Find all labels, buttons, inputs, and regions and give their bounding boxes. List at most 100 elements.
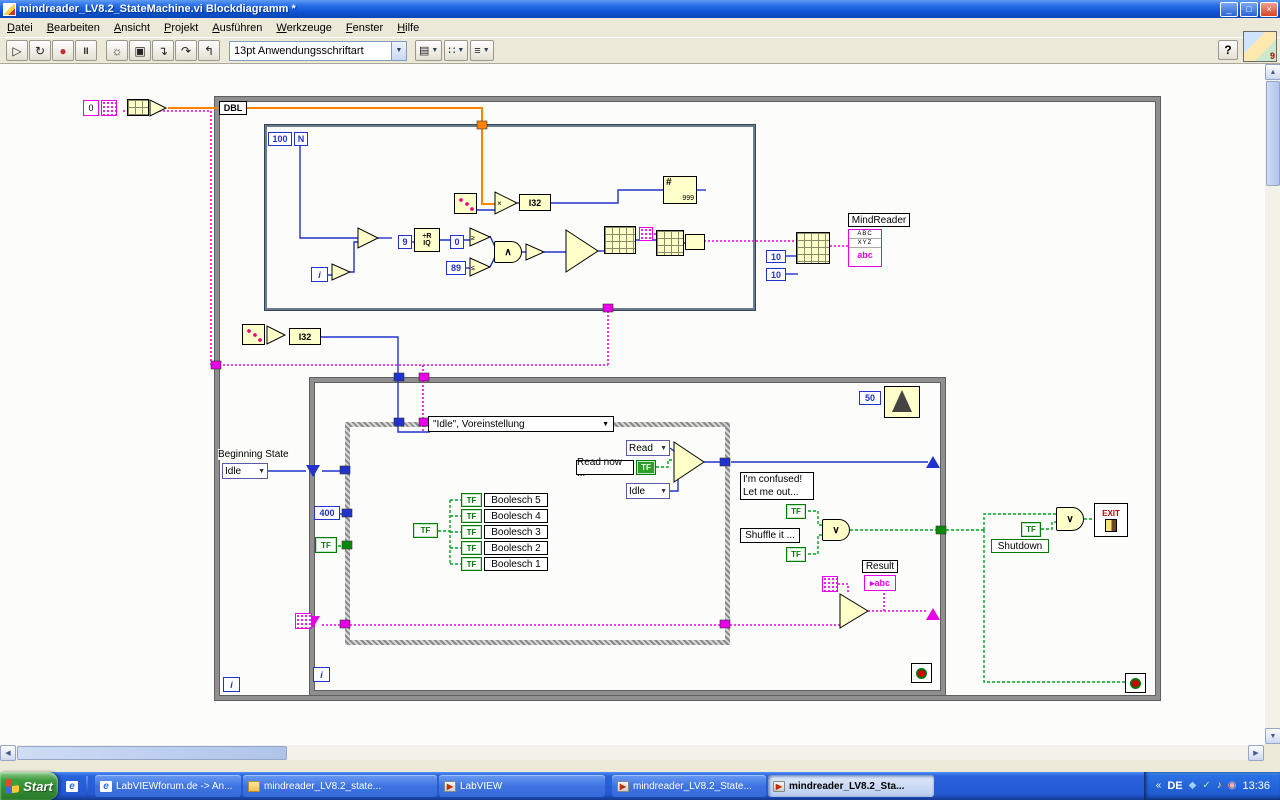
menu-ausfuehren[interactable]: Ausführen [205, 19, 269, 37]
menu-bearbeiten[interactable]: Bearbeiten [40, 19, 107, 37]
mindreader-string-indicator[interactable]: ABC XYZ abc [848, 229, 882, 267]
read-now-boolean[interactable]: TF [636, 460, 656, 475]
for-iteration-terminal[interactable]: i [311, 267, 328, 282]
internet-explorer-icon[interactable]: e [66, 780, 78, 792]
shuffle-boolean[interactable]: TF [786, 547, 806, 562]
boolean-constant-left[interactable]: TF [315, 537, 337, 553]
scroll-up-button[interactable]: ▲ [1265, 64, 1280, 80]
horizontal-scrollbar[interactable]: ◀ ▶ [0, 744, 1264, 761]
help-button[interactable]: ? [1218, 40, 1238, 60]
constant-10-b[interactable]: 10 [766, 268, 786, 281]
scroll-down-button[interactable]: ▼ [1265, 728, 1280, 744]
constant-50[interactable]: 50 [859, 391, 881, 405]
retain-wire-values-button[interactable]: ▣ [129, 40, 151, 61]
tray-network-icon[interactable]: ◆ [1189, 780, 1197, 792]
run-continuous-button[interactable]: ↻ [29, 40, 51, 61]
confused-boolean[interactable]: TF [786, 504, 806, 519]
start-button[interactable]: Start [0, 772, 58, 800]
step-out-button[interactable]: ↰ [198, 40, 220, 61]
boolesch3-terminal[interactable]: TF [461, 525, 482, 539]
shift-register-right-string[interactable] [926, 608, 940, 620]
wait-ms-node[interactable] [884, 386, 920, 418]
inner-iteration-terminal[interactable]: i [313, 667, 330, 682]
or-node[interactable]: ∨ [822, 519, 850, 541]
string-array-element-constant[interactable] [101, 100, 117, 116]
inner-loop-condition-terminal[interactable] [911, 663, 932, 683]
boolesch2-terminal[interactable]: TF [461, 541, 482, 555]
to-i32-node-2[interactable]: I32 [289, 328, 321, 345]
beginning-state-enum[interactable]: Idle ▼ [222, 463, 268, 479]
shift-register-left-enum[interactable] [306, 465, 320, 477]
and-node[interactable]: ∧ [494, 241, 522, 263]
result-string-indicator[interactable]: ▸ abc [864, 575, 896, 591]
or-node-2[interactable]: ∨ [1056, 507, 1084, 531]
hidden-icons-chevron[interactable]: « [1156, 780, 1162, 792]
scroll-left-button[interactable]: ◀ [0, 745, 16, 761]
case-selector[interactable]: "Idle", Voreinstellung ▼ [428, 416, 614, 432]
replace-array-subset-node[interactable] [656, 230, 684, 256]
task-button-vi-panel[interactable]: ▶ mindreader_LV8.2_State... [612, 775, 766, 797]
block-diagram[interactable]: × ≥ ≤ 0 DBL 100 N i 9 ÷R IQ 0 89 ∧ I32 # … [0, 64, 1264, 744]
constant-0[interactable]: 0 [450, 235, 464, 249]
loop-count-terminal[interactable]: N [294, 132, 308, 146]
outer-loop-condition-terminal[interactable] [1125, 673, 1146, 693]
to-double-node[interactable] [149, 99, 168, 117]
horizontal-scroll-thumb[interactable] [17, 746, 287, 760]
menu-ansicht[interactable]: Ansicht [107, 19, 157, 37]
boolesch5-terminal[interactable]: TF [461, 493, 482, 507]
boolesch4-terminal[interactable]: TF [461, 509, 482, 523]
constant-10-a[interactable]: 10 [766, 250, 786, 263]
boolean-source-terminal[interactable]: TF [413, 523, 438, 538]
compare-node[interactable] [357, 227, 380, 249]
step-into-button[interactable]: ↴ [152, 40, 174, 61]
align-objects-button[interactable]: ▤ ▼ [415, 40, 443, 61]
quotient-remainder-node[interactable]: ÷R IQ [414, 228, 440, 252]
number-to-string-node[interactable]: # 999 [663, 176, 697, 204]
shutdown-boolean[interactable]: TF [1021, 522, 1041, 537]
outer-iteration-terminal[interactable]: i [223, 677, 240, 692]
clock[interactable]: 13:36 [1242, 780, 1270, 792]
exit-indicator[interactable]: EXIT [1094, 503, 1128, 537]
string-array-index-constant[interactable]: 0 [83, 100, 99, 116]
empty-string-constant[interactable] [639, 227, 653, 241]
tray-shield-icon[interactable]: ✓ [1202, 780, 1210, 792]
vertical-scroll-thumb[interactable] [1266, 81, 1280, 186]
menu-werkzeuge[interactable]: Werkzeuge [269, 19, 338, 37]
state-select-node[interactable] [673, 441, 705, 483]
chevron-down-icon[interactable]: ▼ [391, 41, 406, 60]
task-button-folder[interactable]: mindreader_LV8.2_state... [243, 775, 437, 797]
index-array-node[interactable] [796, 232, 830, 264]
scroll-right-button[interactable]: ▶ [1248, 745, 1264, 761]
task-button-vi-diagram-active[interactable]: ▶ mindreader_LV8.2_Sta... [768, 775, 934, 797]
language-indicator[interactable]: DE [1167, 780, 1182, 792]
select-node[interactable] [565, 229, 599, 273]
to-i32-node[interactable]: I32 [519, 194, 551, 211]
minimize-button[interactable]: _ [1220, 1, 1238, 17]
loop-count-constant[interactable]: 100 [268, 132, 292, 146]
empty-string-init-constant[interactable] [295, 613, 312, 629]
read-enum-constant[interactable]: Read ▼ [626, 440, 670, 456]
font-selector[interactable]: 13pt Anwendungsschriftart ▼ [229, 40, 407, 61]
maximize-button[interactable]: □ [1240, 1, 1258, 17]
buffer-node[interactable] [525, 243, 546, 261]
constant-9[interactable]: 9 [398, 235, 412, 249]
pause-button[interactable]: II [75, 40, 97, 61]
convert-node[interactable] [266, 325, 287, 345]
constant-89[interactable]: 89 [446, 261, 466, 275]
array-function-node[interactable] [127, 99, 149, 116]
step-over-button[interactable]: ↷ [175, 40, 197, 61]
menu-fenster[interactable]: Fenster [339, 19, 390, 37]
tray-status-icon[interactable]: ◉ [1228, 780, 1237, 792]
boolesch1-terminal[interactable]: TF [461, 557, 482, 571]
build-array-node[interactable] [604, 226, 636, 254]
vertical-scrollbar[interactable]: ▲ ▼ [1264, 64, 1280, 744]
constant-400[interactable]: 400 [314, 506, 340, 520]
empty-string-constant-2[interactable] [822, 576, 838, 592]
random-number-node[interactable] [454, 193, 477, 214]
menu-projekt[interactable]: Projekt [157, 19, 205, 37]
random-number-node-2[interactable] [242, 324, 265, 345]
distribute-objects-button[interactable]: ∷ ▼ [444, 40, 469, 61]
concat-strings-node[interactable] [839, 593, 869, 629]
highlight-execution-button[interactable]: ☼ [106, 40, 128, 61]
task-button-forum[interactable]: e LabVIEWforum.de -> An... [95, 775, 241, 797]
